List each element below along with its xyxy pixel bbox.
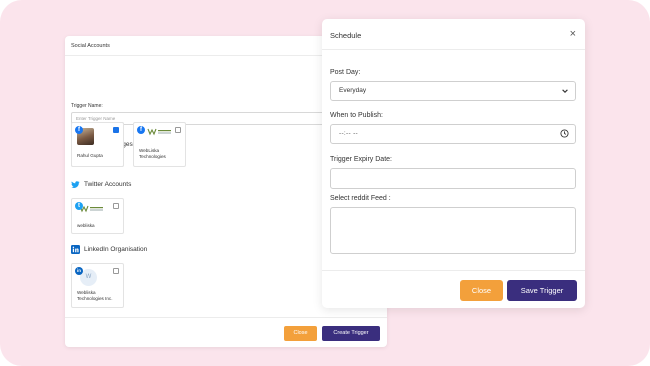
linkedin-icon: in: [75, 267, 83, 275]
post-day-select[interactable]: Everyday: [330, 81, 576, 101]
select-checkbox[interactable]: [175, 127, 181, 133]
publish-time-value: --:-- --: [339, 130, 358, 137]
card-name: Rahul Gupta: [77, 153, 103, 158]
publish-time-input[interactable]: --:-- --: [330, 124, 576, 144]
post-day-label: Post Day:: [330, 69, 361, 76]
reddit-feed-textarea[interactable]: [330, 207, 576, 254]
facebook-icon: f: [75, 126, 83, 134]
card-name-line2: Technologies Inc.: [77, 296, 113, 301]
select-checkbox[interactable]: [113, 127, 119, 133]
reddit-feed-label: Select reddit Feed :: [330, 195, 391, 202]
card-name: webliska: [77, 223, 95, 228]
trigger-expiry-input[interactable]: [330, 168, 576, 189]
twitter-accounts-label: Twitter Accounts: [84, 181, 132, 188]
linkedin-icon: [71, 245, 80, 254]
clock-icon[interactable]: [560, 129, 569, 138]
facebook-icon: f: [137, 126, 145, 134]
post-day-value: Everyday: [339, 87, 367, 94]
trigger-name-label: Trigger Name:: [71, 103, 103, 109]
linkedin-organisation-title: LinkedIn Organisation: [71, 245, 148, 254]
webliska-logo: [147, 128, 173, 138]
social-footer: Close Create Trigger: [65, 317, 387, 347]
twitter-accounts-title: Twitter Accounts: [71, 180, 132, 189]
select-checkbox[interactable]: [113, 268, 119, 274]
linkedin-organisation-label: LinkedIn Organisation: [84, 246, 148, 253]
close-button[interactable]: Close: [460, 280, 503, 301]
schedule-modal: Schedule × Post Day: Everyday When to Pu…: [322, 19, 585, 308]
close-icon[interactable]: ×: [570, 29, 576, 40]
select-checkbox[interactable]: [113, 203, 119, 209]
chevron-down-icon: [562, 89, 568, 93]
create-trigger-button[interactable]: Create Trigger: [322, 326, 380, 341]
schedule-footer: Close Save Trigger: [322, 270, 585, 308]
schedule-title: Schedule: [330, 31, 362, 40]
facebook-card-webliska[interactable]: f WebLiska Technologies: [133, 122, 186, 167]
linkedin-card-webliska[interactable]: W in Webliska Technologies Inc.: [71, 263, 124, 308]
save-trigger-button[interactable]: Save Trigger: [507, 280, 577, 301]
close-button[interactable]: Close: [284, 326, 317, 341]
schedule-header: Schedule ×: [322, 19, 585, 50]
when-to-publish-label: When to Publish:: [330, 112, 383, 119]
facebook-card-rahul[interactable]: f Rahul Gupta: [71, 122, 124, 167]
trigger-expiry-label: Trigger Expiry Date:: [330, 156, 392, 163]
twitter-bird-icon: [71, 181, 80, 189]
card-name-line2: Technologies: [139, 154, 166, 159]
twitter-icon: t: [75, 202, 83, 210]
twitter-card-webliska[interactable]: t webliska: [71, 198, 124, 234]
